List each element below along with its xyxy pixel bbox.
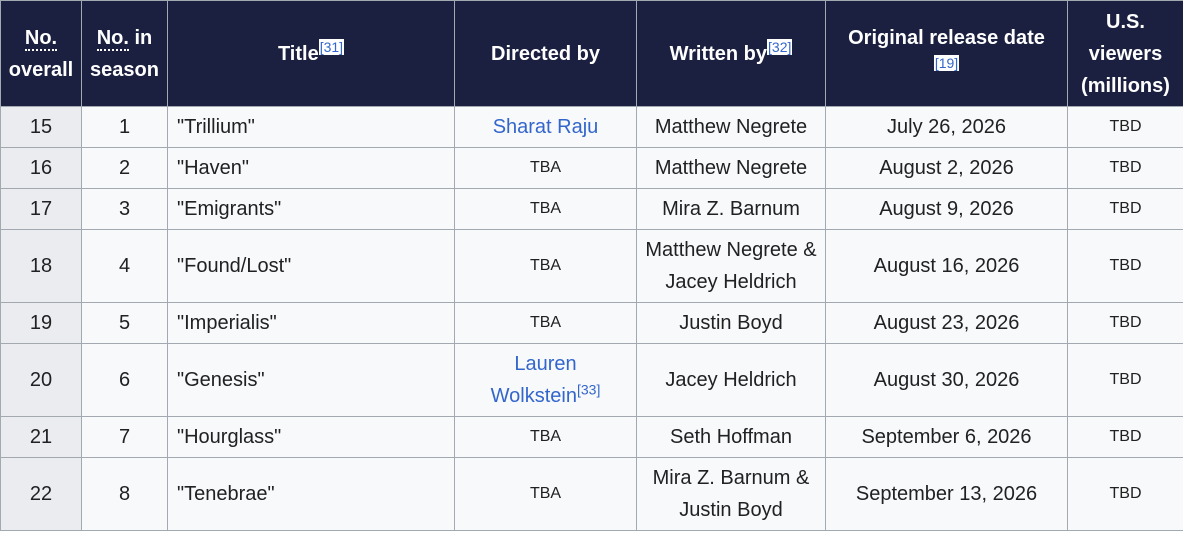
cell-season: 1 — [81, 106, 168, 148]
header-release-date-ref[interactable]: [19] — [933, 54, 960, 71]
writer-line-2: Justin Boyd — [679, 499, 783, 521]
header-no-overall-rest: overall — [8, 58, 74, 81]
cell-director: TBA — [454, 457, 637, 531]
header-no-overall-abbr: No. — [24, 26, 58, 51]
cell-date: August 9, 2026 — [825, 188, 1068, 230]
header-written-by-ref[interactable]: [32] — [767, 38, 793, 55]
director-line-1: Lauren — [514, 353, 577, 375]
cell-title: "Tenebrae" — [167, 457, 455, 531]
cell-writer: Seth Hoffman — [636, 416, 826, 458]
director-line-2: Wolkstein — [490, 385, 577, 407]
header-viewers[interactable]: U.S. viewers (millions) — [1067, 0, 1183, 107]
writer-line-2: Jacey Heldrich — [665, 271, 797, 293]
director-link[interactable]: Lauren Wolkstein — [491, 353, 577, 407]
cell-overall: 17 — [0, 188, 82, 230]
cell-viewers: TBD — [1067, 229, 1183, 303]
header-release-date[interactable]: Original release date [19] — [825, 0, 1068, 107]
writer-line-1: Mira Z. Barnum & — [652, 467, 810, 489]
cell-writer: Justin Boyd — [636, 302, 826, 344]
cell-season: 4 — [81, 229, 168, 303]
cell-writer: Matthew Negrete — [636, 147, 826, 189]
cell-season: 8 — [81, 457, 168, 531]
cell-viewers: TBD — [1067, 457, 1183, 531]
cell-viewers: TBD — [1067, 147, 1183, 189]
cell-overall: 22 — [0, 457, 82, 531]
cell-title: "Hourglass" — [167, 416, 455, 458]
episode-table: No. overall No. in season Title[31] Dire… — [0, 0, 1183, 531]
header-no-season[interactable]: No. in season — [81, 0, 168, 107]
cell-viewers: TBD — [1067, 106, 1183, 148]
cell-season: 5 — [81, 302, 168, 344]
header-title[interactable]: Title[31] — [167, 0, 455, 107]
table-row: 22 8 "Tenebrae" TBA Mira Z. Barnum & Just… — [0, 457, 1183, 531]
director-link[interactable]: Sharat Raju — [493, 116, 599, 138]
cell-title: "Emigrants" — [167, 188, 455, 230]
cell-title: "Found/Lost" — [167, 229, 455, 303]
cell-writer: Mira Z. Barnum & Justin Boyd — [636, 457, 826, 531]
cell-viewers: TBD — [1067, 343, 1183, 417]
cell-season: 3 — [81, 188, 168, 230]
header-written-by-label: Written by — [669, 42, 768, 65]
cell-director: TBA — [454, 302, 637, 344]
cell-writer: Matthew Negrete — [636, 106, 826, 148]
cell-overall: 16 — [0, 147, 82, 189]
table-row: 15 1 "Trillium" Sharat Raju Matthew Negr… — [0, 106, 1183, 148]
cell-date: September 13, 2026 — [825, 457, 1068, 531]
cell-overall: 21 — [0, 416, 82, 458]
cell-director: TBA — [454, 416, 637, 458]
header-written-by[interactable]: Written by[32] — [636, 0, 826, 107]
header-title-label: Title — [277, 42, 319, 65]
cell-overall: 18 — [0, 229, 82, 303]
cell-viewers: TBD — [1067, 416, 1183, 458]
header-viewers-label: U.S. viewers (millions) — [1081, 10, 1170, 97]
header-directed-by[interactable]: Directed by — [454, 0, 637, 107]
cell-title: "Genesis" — [167, 343, 455, 417]
cell-season: 2 — [81, 147, 168, 189]
writer-line-1: Matthew Negrete & — [645, 239, 817, 261]
cell-writer: Jacey Heldrich — [636, 343, 826, 417]
table-row: 18 4 "Found/Lost" TBA Matthew Negrete & J… — [0, 229, 1183, 303]
cell-writer: Mira Z. Barnum — [636, 188, 826, 230]
cell-writer: Matthew Negrete & Jacey Heldrich — [636, 229, 826, 303]
cell-overall: 19 — [0, 302, 82, 344]
header-no-season-abbr: No. — [96, 26, 129, 51]
cell-director: TBA — [454, 188, 637, 230]
cell-director: Sharat Raju — [454, 106, 637, 148]
table-row: 19 5 "Imperialis" TBA Justin Boyd August… — [0, 302, 1183, 344]
header-no-overall[interactable]: No. overall — [0, 0, 82, 107]
cell-season: 6 — [81, 343, 168, 417]
table-row: 21 7 "Hourglass" TBA Seth Hoffman Septem… — [0, 416, 1183, 458]
cell-director: Lauren Wolkstein[33] — [454, 343, 637, 417]
cell-overall: 15 — [0, 106, 82, 148]
cell-viewers: TBD — [1067, 302, 1183, 344]
cell-director: TBA — [454, 229, 637, 303]
header-row: No. overall No. in season Title[31] Dire… — [0, 0, 1183, 107]
cell-director: TBA — [454, 147, 637, 189]
cell-date: August 23, 2026 — [825, 302, 1068, 344]
director-ref[interactable]: [33] — [577, 381, 600, 397]
cell-date: July 26, 2026 — [825, 106, 1068, 148]
header-directed-by-label: Directed by — [491, 42, 600, 65]
cell-season: 7 — [81, 416, 168, 458]
table-row: 16 2 "Haven" TBA Matthew Negrete August … — [0, 147, 1183, 189]
table-row: 17 3 "Emigrants" TBA Mira Z. Barnum Augu… — [0, 188, 1183, 230]
cell-title: "Trillium" — [167, 106, 455, 148]
header-release-date-label: Original release date — [848, 26, 1045, 49]
cell-date: September 6, 2026 — [825, 416, 1068, 458]
cell-overall: 20 — [0, 343, 82, 417]
cell-title: "Imperialis" — [167, 302, 455, 344]
cell-date: August 30, 2026 — [825, 343, 1068, 417]
cell-date: August 16, 2026 — [825, 229, 1068, 303]
cell-date: August 2, 2026 — [825, 147, 1068, 189]
cell-viewers: TBD — [1067, 188, 1183, 230]
header-title-ref[interactable]: [31] — [318, 38, 345, 55]
table-row: 20 6 "Genesis" Lauren Wolkstein[33] Jacey… — [0, 343, 1183, 417]
cell-title: "Haven" — [167, 147, 455, 189]
